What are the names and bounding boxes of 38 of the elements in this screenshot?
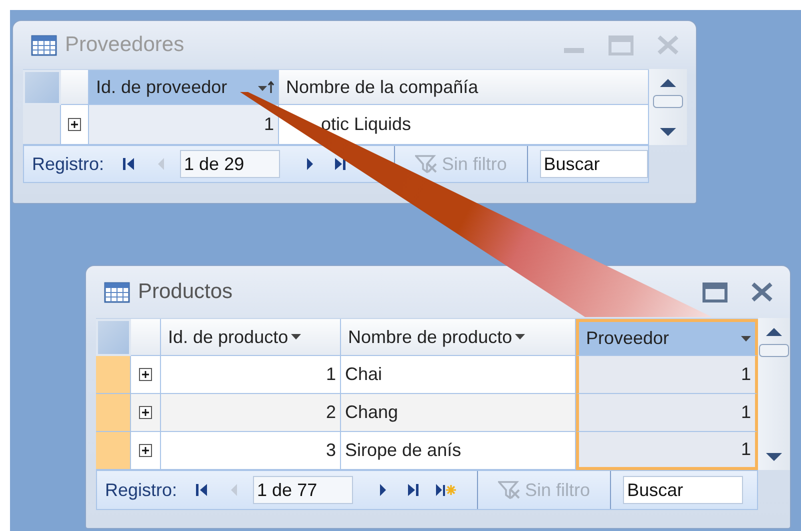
record-number-field[interactable]: 1 de 77: [253, 476, 354, 504]
record-label: Registro:: [32, 154, 104, 174]
table-cell: 2: [161, 394, 341, 432]
filter-icon: [498, 481, 520, 499]
record-label: Registro:: [105, 480, 178, 500]
expand-icon[interactable]: [139, 444, 152, 457]
table-cell: 1: [576, 394, 758, 432]
table-icon: [31, 34, 57, 56]
caret-icon: [291, 334, 302, 340]
column-header[interactable]: Id. de proveedor: [89, 70, 279, 105]
column-header[interactable]: Id. de producto: [161, 319, 341, 356]
expand-icon[interactable]: [139, 368, 152, 381]
scroll-down-icon[interactable]: [658, 125, 678, 139]
close-button[interactable]: [750, 281, 774, 303]
window-title: Proveedores: [65, 33, 184, 57]
new-record-icon: [434, 481, 456, 499]
table-cell: 1: [576, 432, 758, 470]
record-number-field[interactable]: 1 de 29: [180, 150, 280, 178]
column-header[interactable]: Proveedor: [576, 319, 758, 356]
caret-icon: [741, 336, 751, 342]
table-icon: [104, 282, 130, 302]
caret-icon: [515, 334, 526, 340]
expand-icon[interactable]: [139, 406, 152, 419]
table-cell: Chang: [341, 394, 576, 432]
expand-icon[interactable]: [68, 118, 81, 131]
filter-icon: [414, 155, 437, 173]
sort-icon: [258, 81, 274, 93]
maximize-button[interactable]: [702, 281, 728, 303]
scroll-down-icon[interactable]: [764, 450, 784, 464]
column-header[interactable]: Nombre de la compañía: [279, 70, 649, 105]
search-field[interactable]: Buscar: [623, 476, 744, 504]
table-cell: 1: [576, 356, 758, 394]
scroll-thumb[interactable]: [653, 95, 683, 108]
search-field[interactable]: Buscar: [540, 150, 648, 178]
window-title: Productos: [138, 280, 233, 304]
column-header[interactable]: Nombre de producto: [341, 319, 576, 356]
table-cell: 1: [89, 105, 279, 145]
scroll-thumb[interactable]: [759, 344, 789, 357]
